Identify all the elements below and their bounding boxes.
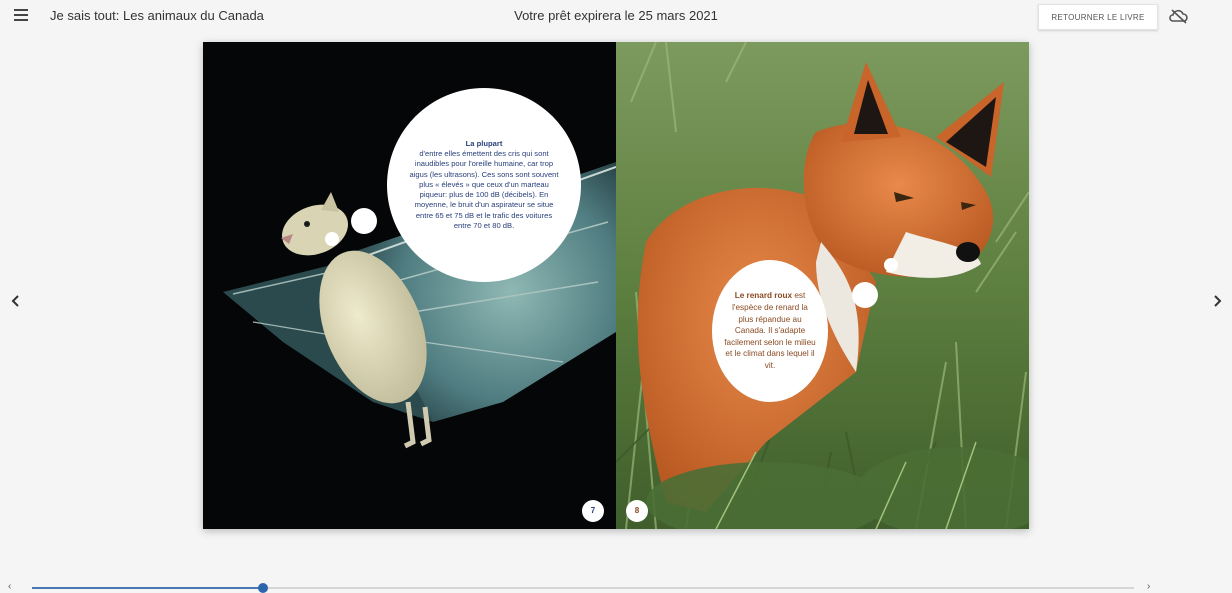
next-page-button[interactable]: [1209, 292, 1225, 310]
previous-page-button[interactable]: [8, 292, 24, 310]
info-bubble-bat: La plupart d'entre elles émettent des cr…: [387, 88, 581, 282]
return-book-button[interactable]: RETOURNER LE LIVRE: [1038, 4, 1158, 30]
top-bar: Votre prêt expirera le 25 mars 2021 Je s…: [0, 0, 1232, 34]
chevron-left-icon: [11, 295, 19, 307]
bubble-bat-bold: La plupart: [465, 139, 503, 149]
fox-illustration: [616, 42, 1029, 529]
page-number-left: 7: [582, 500, 604, 522]
bubble-tail-dot: [884, 258, 898, 272]
bubble-bat-text: d'entre elles émettent des cris qui sont…: [409, 149, 559, 230]
page-number-right: 8: [626, 500, 648, 522]
bubble-fox-bold: Le renard roux: [734, 291, 793, 301]
bubble-tail-dot: [351, 208, 377, 234]
bubble-tail-dot: [325, 232, 339, 246]
slider-next-button[interactable]: ›: [1147, 582, 1150, 592]
bat-illustration: [223, 162, 616, 449]
cloud-sync-icon[interactable]: [1168, 7, 1190, 25]
right-page: Le renard roux est l'espèce de renard la…: [616, 42, 1029, 529]
bubble-tail-dot: [852, 282, 878, 308]
info-bubble-fox: Le renard roux est l'espèce de renard la…: [712, 260, 828, 402]
reading-progress-slider[interactable]: [32, 583, 1134, 593]
slider-prev-button[interactable]: ‹: [8, 582, 11, 592]
left-page: La plupart d'entre elles émettent des cr…: [203, 42, 616, 529]
slider-fill: [32, 587, 264, 589]
book-spread: La plupart d'entre elles émettent des cr…: [203, 42, 1029, 529]
chevron-right-icon: [1214, 295, 1222, 307]
book-title: Je sais tout: Les animaux du Canada: [50, 8, 264, 23]
bubble-fox-text: est l'espèce de renard la plus répandue …: [724, 291, 816, 370]
